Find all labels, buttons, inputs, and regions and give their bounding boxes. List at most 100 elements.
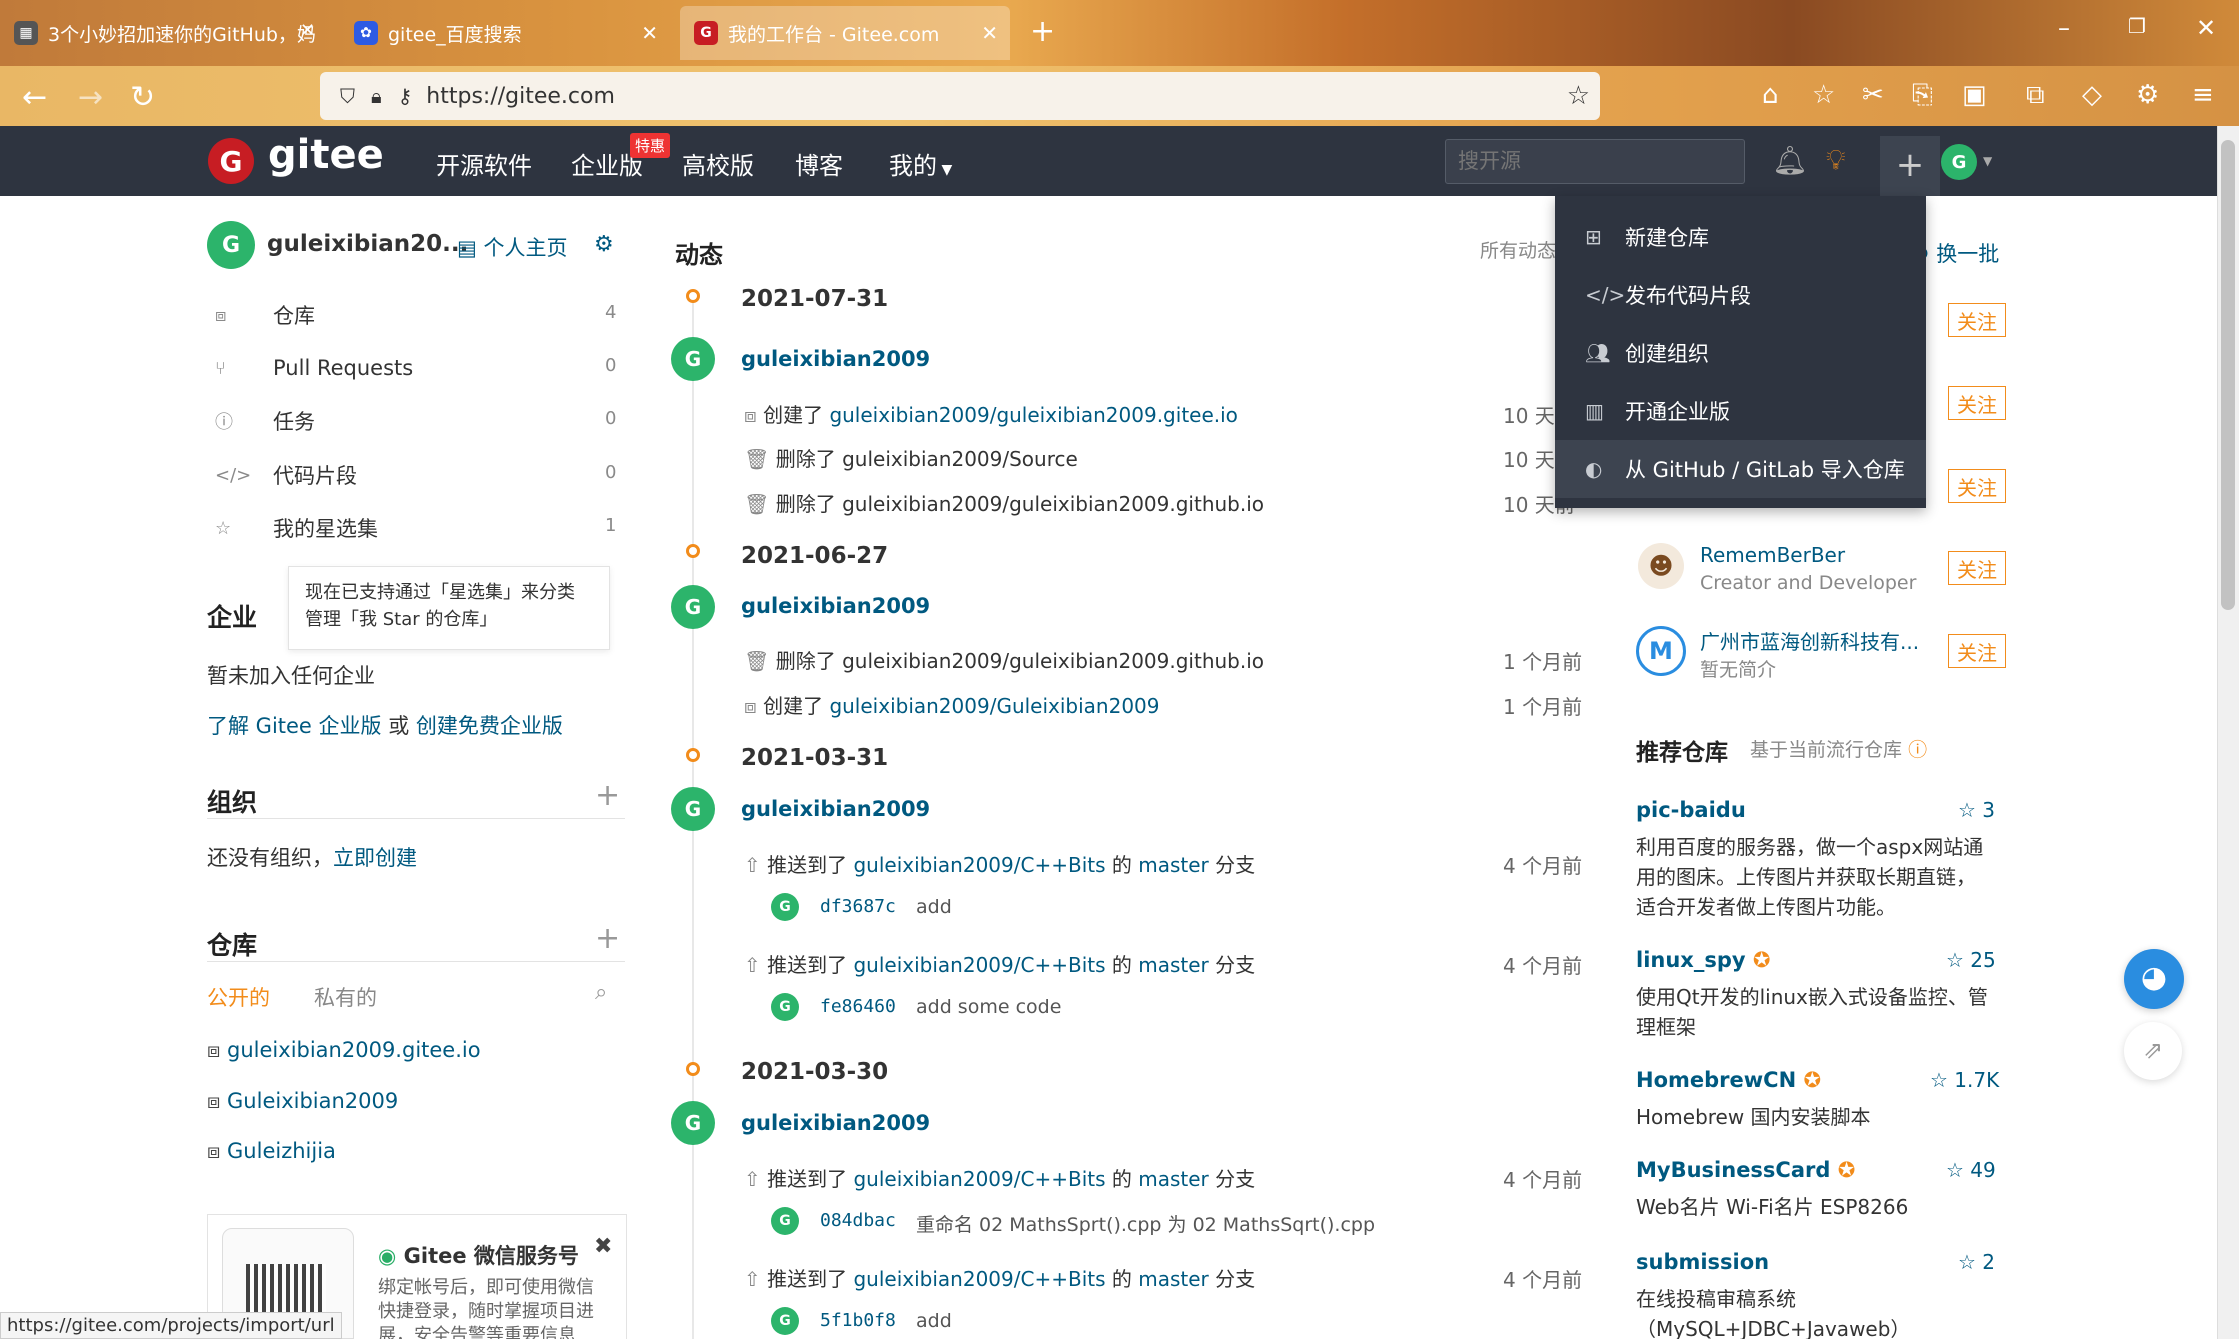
rec-repo-link[interactable]: pic-baidu xyxy=(1636,798,1746,822)
nav-university[interactable]: 高校版 xyxy=(682,146,754,181)
repo-link[interactable]: guleixibian2009/guleixibian2009.gitee.io xyxy=(829,403,1237,427)
avatar[interactable]: G xyxy=(671,1101,715,1145)
user-link[interactable]: guleixibian2009 xyxy=(741,797,930,821)
commit-hash-link[interactable]: fe86460 xyxy=(820,996,896,1017)
extensions-icon[interactable]: ⧉ xyxy=(2026,80,2045,111)
avatar[interactable]: ☻ xyxy=(1638,543,1684,589)
browser-tab-active[interactable]: G 我的工作台 - Gitee.com ✕ xyxy=(680,6,1010,60)
home-icon[interactable]: ⌂ xyxy=(1762,80,1779,110)
close-icon[interactable]: ✕ xyxy=(300,20,315,41)
bell-icon[interactable]: 🔔︎ xyxy=(1772,144,1808,177)
star-count[interactable]: ☆ 2 xyxy=(1958,1250,1995,1274)
user-link[interactable]: guleixibian2009 xyxy=(741,594,930,618)
back-icon[interactable]: ← xyxy=(22,80,47,115)
nav-open-source[interactable]: 开源软件 xyxy=(436,146,532,181)
search-icon[interactable]: ⌕ xyxy=(595,980,607,1005)
repo-link[interactable]: guleixibian2009/C++Bits xyxy=(853,953,1105,977)
scrollbar-thumb[interactable] xyxy=(2221,140,2235,610)
settings-gear-icon[interactable]: ⚙ xyxy=(2136,80,2159,110)
star-count[interactable]: ☆ 1.7K xyxy=(1930,1068,1999,1092)
maximize-icon[interactable]: ❐ xyxy=(2128,14,2146,38)
sidebar-item-snippets[interactable]: </> 代码片段 xyxy=(215,455,357,495)
rec-repo-link[interactable]: submission xyxy=(1636,1250,1769,1274)
minimize-icon[interactable]: – xyxy=(2058,14,2070,42)
caret-down-icon[interactable]: ▼ xyxy=(1983,154,1992,168)
sidebar-item-repos[interactable]: ⧈ 仓库 xyxy=(215,295,315,335)
repo-link[interactable]: Guleizhijia xyxy=(227,1139,336,1163)
create-org-link[interactable]: 立即创建 xyxy=(333,846,417,870)
rec-repo-link[interactable]: HomebrewCN ✪ xyxy=(1636,1068,1821,1092)
person-name-link[interactable]: RememBerBer xyxy=(1700,543,1845,567)
star-count[interactable]: ☆ 3 xyxy=(1958,798,1995,822)
menu-item-new-snippet[interactable]: </> 发布代码片段 xyxy=(1555,266,1926,324)
add-org-plus-icon[interactable]: + xyxy=(595,778,620,813)
avatar[interactable]: G xyxy=(1941,144,1977,180)
menu-item-new-repo[interactable]: ⊞ 新建仓库 xyxy=(1555,208,1926,266)
avatar[interactable]: G xyxy=(771,993,799,1021)
commit-hash-link[interactable]: 5f1b0f8 xyxy=(820,1310,896,1331)
user-link[interactable]: guleixibian2009 xyxy=(741,1111,930,1135)
tab-public[interactable]: 公开的 xyxy=(207,982,270,1012)
follow-button[interactable]: 关注 xyxy=(1948,469,2006,503)
user-link[interactable]: guleixibian2009 xyxy=(741,347,930,371)
branch-link[interactable]: master xyxy=(1138,1267,1209,1291)
avatar[interactable]: G xyxy=(207,221,255,269)
feed-filter[interactable]: 所有动态 xyxy=(1480,236,1556,263)
browser-tab[interactable]: ✿ gitee_百度搜索 ✕ xyxy=(340,6,670,60)
menu-item-enterprise[interactable]: ▥ 开通企业版 xyxy=(1555,382,1926,440)
branch-link[interactable]: master xyxy=(1138,853,1209,877)
gitee-logo-text[interactable]: gitee xyxy=(268,132,384,178)
close-icon[interactable]: ✕ xyxy=(981,21,998,45)
avatar[interactable]: G xyxy=(671,337,715,381)
favorites-icon[interactable]: ☆ xyxy=(1812,80,1835,110)
menu-icon[interactable]: ≡ xyxy=(2192,80,2214,110)
bulb-icon[interactable]: 💡︎ xyxy=(1826,143,1846,177)
tab-private[interactable]: 私有的 xyxy=(314,982,377,1012)
rec-repo-link[interactable]: MyBusinessCard ✪ xyxy=(1636,1158,1855,1182)
sidebar-username[interactable]: guleixibian20... xyxy=(267,231,468,257)
commit-hash-link[interactable]: 084dbac xyxy=(820,1210,896,1231)
repo-link[interactable]: guleixibian2009/C++Bits xyxy=(853,1267,1105,1291)
forward-icon[interactable]: → xyxy=(78,80,103,115)
bookmark-star-icon[interactable]: ☆ xyxy=(1567,81,1590,111)
avatar[interactable]: G xyxy=(671,787,715,831)
address-bar[interactable]: ⛉ 🔒︎ ⚷ https://gitee.com ☆ xyxy=(320,72,1600,120)
menu-item-import[interactable]: ◐ 从 GitHub / GitLab 导入仓库 xyxy=(1555,440,1926,498)
menu-item-new-org[interactable]: 👥︎ 创建组织 xyxy=(1555,324,1926,382)
reload-icon[interactable]: ↻ xyxy=(130,80,155,115)
nav-blog[interactable]: 博客 xyxy=(795,146,843,181)
star-count[interactable]: ☆ 49 xyxy=(1946,1158,1996,1182)
close-icon[interactable]: ✖ xyxy=(594,1234,612,1259)
copy-icon[interactable]: ⎘ xyxy=(1912,80,1933,111)
pocket-icon[interactable]: ◇ xyxy=(2082,80,2102,110)
repo-link[interactable]: guleixibian2009/C++Bits xyxy=(853,1167,1105,1191)
nav-mine[interactable]: 我的 ▼ xyxy=(889,146,952,181)
create-enterprise-link[interactable]: 创建免费企业版 xyxy=(416,714,563,738)
follow-button[interactable]: 关注 xyxy=(1948,634,2006,668)
new-tab-plus-icon[interactable]: + xyxy=(1030,14,1055,49)
follow-button[interactable]: 关注 xyxy=(1948,303,2006,337)
homepage-link[interactable]: ▤ 个人主页 xyxy=(457,232,568,262)
avatar[interactable]: M xyxy=(1636,626,1686,676)
settings-gear-icon[interactable]: ⚙ xyxy=(594,232,614,257)
repo-link[interactable]: guleixibian2009/C++Bits xyxy=(853,853,1105,877)
sidebar-item-collections[interactable]: ☆ 我的星选集 xyxy=(215,508,378,548)
browser-tab[interactable]: ▦ 3个小妙招加速你的GitHub，妈 xyxy=(0,6,330,60)
follow-button[interactable]: 关注 xyxy=(1948,551,2006,585)
repo-link[interactable]: Guleixibian2009 xyxy=(227,1089,398,1113)
avatar[interactable]: G xyxy=(771,893,799,921)
repo-link[interactable]: guleixibian2009.gitee.io xyxy=(227,1038,481,1062)
add-repo-plus-icon[interactable]: + xyxy=(595,921,620,956)
branch-link[interactable]: master xyxy=(1138,953,1209,977)
star-count[interactable]: ☆ 25 xyxy=(1946,948,1996,972)
rec-repo-link[interactable]: linux_spy ✪ xyxy=(1636,948,1771,972)
repo-item[interactable]: ⧈ Guleixibian2009 xyxy=(207,1089,398,1114)
sidebar-item-issues[interactable]: ⓘ 任务 xyxy=(215,401,315,441)
chat-assistant-icon[interactable]: ◕ xyxy=(2124,949,2184,1009)
branch-link[interactable]: master xyxy=(1138,1167,1209,1191)
avatar[interactable]: G xyxy=(771,1207,799,1235)
repo-link[interactable]: guleixibian2009/Guleixibian2009 xyxy=(829,694,1159,718)
learn-enterprise-link[interactable]: 了解 Gitee 企业版 xyxy=(207,714,382,738)
sidebar-item-pull-requests[interactable]: ⑂ Pull Requests xyxy=(215,348,413,388)
help-icon[interactable]: ⓘ xyxy=(1908,739,1927,761)
